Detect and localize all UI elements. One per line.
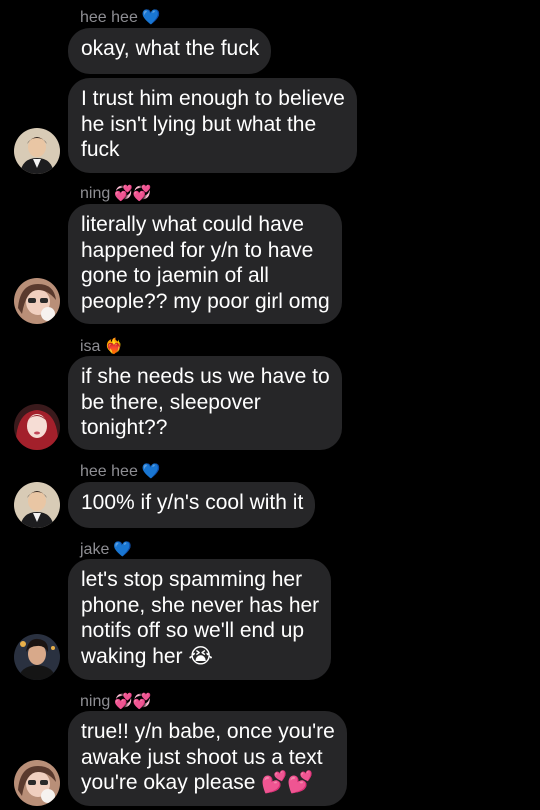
message-bubble[interactable]: let's stop spamming her phone, she never… (68, 559, 332, 680)
sender-name-isa: isa ❤️‍🔥 (80, 338, 124, 355)
message-bubble[interactable]: okay, what the fuck (68, 28, 272, 74)
revolving-hearts-emoji: 💞💞 (114, 693, 152, 710)
avatar-isa[interactable] (14, 404, 60, 450)
avatar-jake[interactable] (14, 634, 60, 680)
message-bubble[interactable]: true!! y/n babe, once you're awake just … (68, 711, 347, 806)
sender-name-heehee: hee hee 💙 (80, 463, 161, 480)
message-bubble[interactable]: I trust him enough to believe he isn't l… (68, 78, 357, 173)
blue-heart-emoji: 💙 (141, 463, 161, 480)
avatar-heehee[interactable] (14, 128, 60, 174)
sender-name-ning: ning 💞💞 (80, 693, 152, 710)
heart-on-fire-emoji: ❤️‍🔥 (104, 338, 124, 355)
message-bubble[interactable]: if she needs us we have to be there, sle… (68, 356, 342, 450)
message-bubble[interactable]: literally what could have happened for y… (68, 204, 342, 324)
avatar-heehee[interactable] (14, 482, 60, 528)
avatar-ning[interactable] (14, 760, 60, 806)
message-bubble[interactable]: 100% if y/n's cool with it (68, 482, 316, 528)
sender-name-heehee: hee hee 💙 (80, 9, 161, 26)
avatar-ning[interactable] (14, 278, 60, 324)
blue-heart-emoji: 💙 (113, 541, 133, 558)
sender-name-ning: ning 💞💞 (80, 185, 152, 202)
blue-heart-emoji: 💙 (141, 9, 161, 26)
sender-name-jake: jake 💙 (80, 541, 133, 558)
revolving-hearts-emoji: 💞💞 (114, 185, 152, 202)
